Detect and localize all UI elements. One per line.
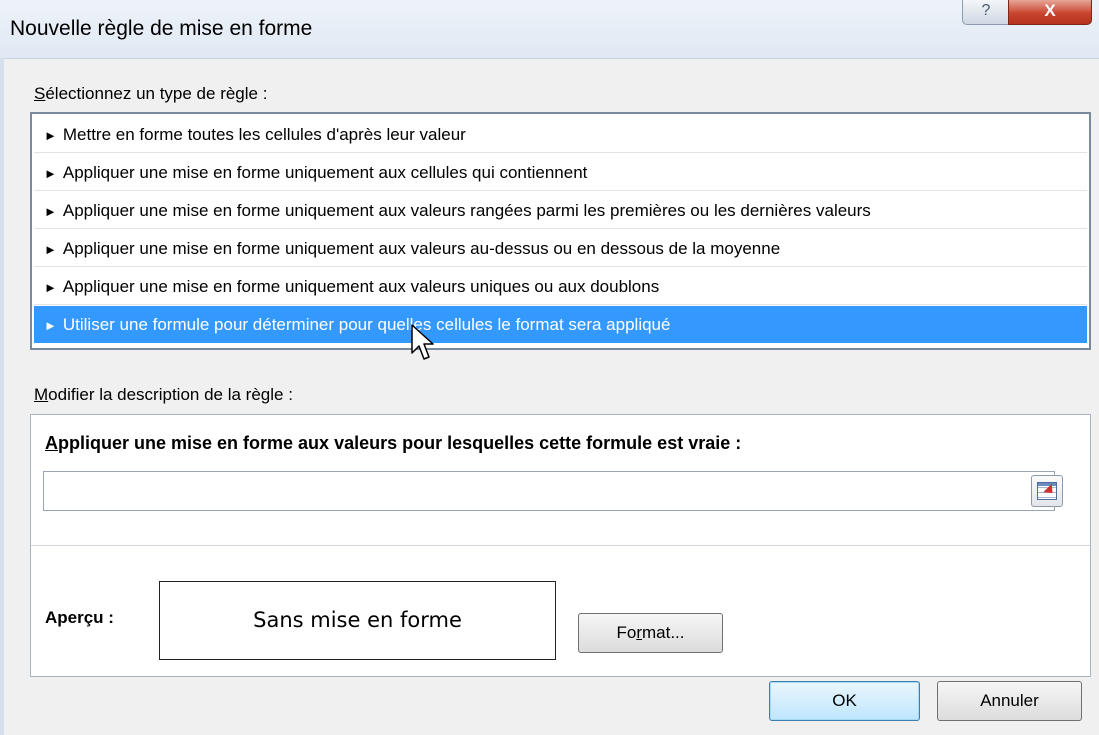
format-button[interactable]: Format... [578, 613, 723, 653]
description-label: Modifier la description de la règle : [34, 385, 293, 404]
preview-box: Sans mise en forme [159, 581, 556, 660]
range-select-button[interactable] [1031, 475, 1063, 507]
mouse-cursor-icon [411, 324, 434, 360]
rule-type-item[interactable]: ► Appliquer une mise en forme uniquement … [34, 268, 1087, 305]
rule-type-item[interactable]: ► Mettre en forme toutes les cellules d'a… [34, 116, 1087, 153]
formula-heading: Appliquer une mise en forme aux valeurs … [45, 433, 742, 453]
close-button[interactable]: X [1008, 0, 1092, 25]
triangle-icon: ► [44, 166, 57, 181]
rule-type-label: Sélectionnez un type de règle : [34, 84, 268, 103]
rule-type-item-selected[interactable]: ► Utiliser une formule pour déterminer po… [34, 306, 1087, 343]
divider [31, 545, 1090, 546]
triangle-icon: ► [44, 280, 57, 295]
description-panel: Appliquer une mise en forme aux valeurs … [30, 414, 1091, 677]
help-button[interactable]: ? [962, 0, 1010, 25]
triangle-icon: ► [44, 204, 57, 219]
triangle-icon: ► [44, 128, 57, 143]
rule-type-item[interactable]: ► Appliquer une mise en forme uniquement … [34, 192, 1087, 229]
ok-button[interactable]: OK [769, 681, 920, 721]
window-frame [0, 58, 4, 735]
rule-type-item[interactable]: ► Appliquer une mise en forme uniquement … [34, 230, 1087, 267]
triangle-icon: ► [44, 318, 57, 333]
formula-input[interactable] [43, 471, 1055, 511]
rule-type-item[interactable]: ► Appliquer une mise en forme uniquement … [34, 154, 1087, 191]
title-bar: Nouvelle règle de mise en forme ? X [0, 0, 1099, 59]
triangle-icon: ► [44, 242, 57, 257]
rule-type-list[interactable]: ► Mettre en forme toutes les cellules d'a… [30, 112, 1091, 350]
cancel-button[interactable]: Annuler [937, 681, 1082, 721]
window-title: Nouvelle règle de mise en forme [10, 17, 313, 40]
preview-label: Aperçu : [45, 608, 114, 627]
